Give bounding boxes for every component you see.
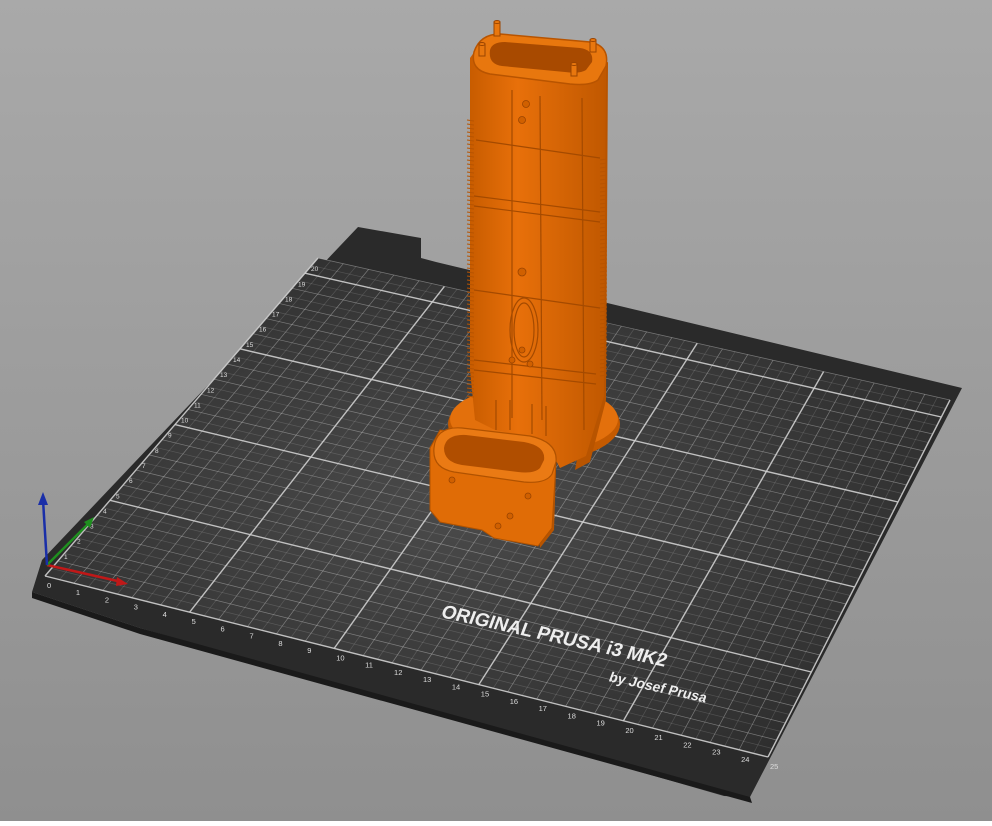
x-tick-label: 5	[192, 617, 196, 626]
y-tick-label: 17	[272, 312, 280, 319]
x-tick-label: 0	[47, 581, 51, 590]
y-tick-label: 9	[168, 433, 172, 440]
y-tick-label: 2	[77, 539, 81, 546]
x-tick-label: 16	[510, 697, 518, 706]
x-tick-label: 7	[249, 632, 253, 641]
y-tick-label: 20	[311, 266, 319, 273]
y-tick-label: 7	[142, 463, 146, 470]
y-tick-label: 14	[233, 357, 241, 364]
x-tick-label: 25	[770, 762, 778, 771]
y-tick-label: 4	[103, 508, 107, 515]
x-tick-label: 4	[163, 610, 167, 619]
x-tick-label: 14	[452, 682, 460, 691]
x-tick-label: 24	[741, 755, 749, 764]
x-tick-label: 2	[105, 595, 109, 604]
y-tick-label: 18	[285, 296, 293, 303]
y-tick-label: 6	[129, 478, 133, 485]
scene-canvas[interactable]: 0123456789101112131415161718192021222324…	[0, 0, 992, 821]
x-tick-label: 9	[307, 646, 311, 655]
x-tick-label: 6	[221, 624, 225, 633]
y-tick-label: 13	[220, 372, 228, 379]
x-tick-label: 1	[76, 588, 80, 597]
y-tick-label: 19	[298, 281, 306, 288]
y-tick-label: 5	[116, 493, 120, 500]
y-tick-label: 8	[155, 448, 159, 455]
x-tick-label: 22	[683, 740, 691, 749]
x-tick-label: 12	[394, 668, 402, 677]
x-tick-label: 8	[278, 639, 282, 648]
x-tick-label: 19	[596, 719, 604, 728]
y-tick-label: 1	[64, 554, 68, 561]
x-tick-label: 17	[539, 704, 547, 713]
x-tick-label: 10	[336, 653, 344, 662]
x-tick-label: 23	[712, 748, 720, 757]
model-tower-body[interactable]	[470, 44, 606, 468]
y-tick-label: 11	[194, 402, 201, 409]
x-tick-label: 20	[625, 726, 633, 735]
y-tick-label: 12	[207, 387, 215, 394]
x-tick-label: 13	[423, 675, 431, 684]
x-tick-label: 18	[568, 711, 576, 720]
y-tick-label: 15	[246, 342, 254, 349]
x-tick-label: 15	[481, 690, 489, 699]
3d-viewport[interactable]: 0 1 2 3 4 5 6 7 8 9 10 11 12 13 14 15 16 17 18 19 20 21 22 23 24…	[0, 0, 992, 821]
x-tick-label: 11	[365, 661, 373, 670]
y-tick-label: 16	[259, 327, 267, 334]
x-tick-label: 3	[134, 603, 138, 612]
y-tick-label: 10	[181, 418, 189, 425]
x-tick-label: 21	[654, 733, 662, 742]
